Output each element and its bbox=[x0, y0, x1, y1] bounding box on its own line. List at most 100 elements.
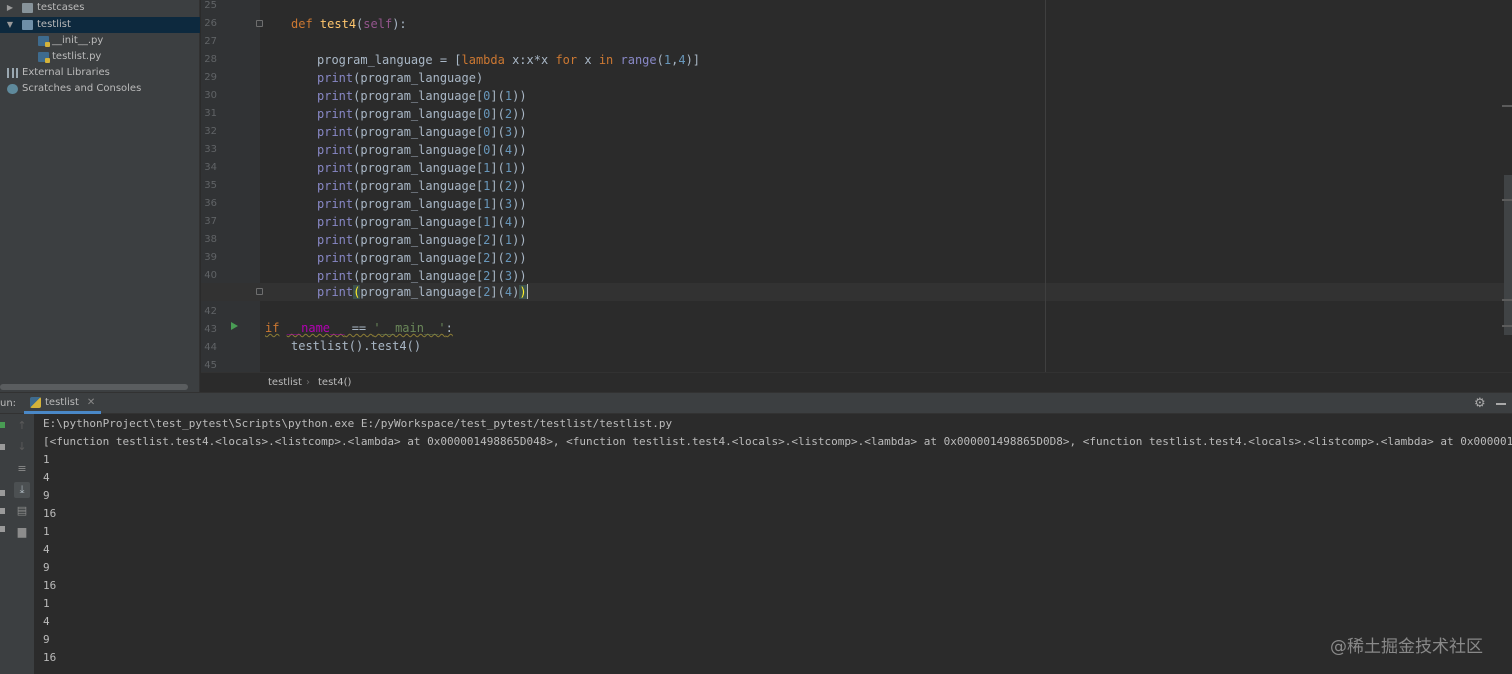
builtin-print: print bbox=[317, 179, 354, 193]
code-line-list-comp[interactable]: program_language = [lambda x:x*x for x i… bbox=[317, 51, 700, 69]
console-output-line: 4 bbox=[43, 615, 50, 628]
builtin-print: print bbox=[317, 233, 354, 247]
code-token: (program_language) bbox=[353, 71, 484, 85]
fold-marker-icon[interactable] bbox=[256, 20, 263, 27]
code-line-print-call[interactable]: print(program_language[1](3)) bbox=[317, 195, 527, 213]
close-icon[interactable]: ✕ bbox=[87, 397, 95, 408]
code-line-print-call[interactable]: print(program_language[1](2)) bbox=[317, 177, 527, 195]
run-panel-label: un: bbox=[0, 398, 17, 409]
python-icon bbox=[30, 396, 41, 408]
tree-item-init-py[interactable]: __init__.py bbox=[0, 33, 200, 49]
number-literal: 0 bbox=[483, 143, 491, 157]
layout-icon[interactable] bbox=[0, 508, 5, 514]
text-caret bbox=[526, 284, 528, 299]
line-number: 26 bbox=[204, 18, 217, 29]
code-line-print-call[interactable]: print(program_language[0](4)) bbox=[317, 141, 527, 159]
print-icon[interactable]: ▤ bbox=[14, 503, 30, 519]
scroll-marker[interactable] bbox=[1502, 299, 1512, 301]
dunder-name: __name__ bbox=[286, 321, 345, 335]
code-line-print-call[interactable]: print(program_language[2](1)) bbox=[317, 231, 527, 249]
horizontal-scrollbar[interactable] bbox=[0, 384, 188, 390]
library-icon bbox=[7, 68, 18, 78]
keyword-in: in bbox=[598, 53, 614, 67]
breadcrumb-item-testlist[interactable]: testlist bbox=[268, 373, 302, 393]
chevron-down-icon[interactable]: ▼ bbox=[5, 17, 15, 33]
line-number: 33 bbox=[204, 144, 217, 155]
number-literal: 1 bbox=[504, 89, 513, 103]
number-literal: 2 bbox=[504, 107, 513, 121]
line-number: 28 bbox=[204, 54, 217, 65]
number-literal: 1 bbox=[663, 53, 672, 67]
number-literal: 1 bbox=[483, 161, 491, 175]
trash-icon[interactable]: ▆ bbox=[14, 524, 30, 540]
tree-item-external-libraries[interactable]: External Libraries bbox=[0, 65, 200, 81]
line-number: 36 bbox=[204, 198, 217, 209]
keyword-lambda: lambda bbox=[461, 53, 505, 67]
keyword-def: def bbox=[291, 17, 313, 31]
line-number: 32 bbox=[204, 126, 217, 137]
breadcrumb-item-test4[interactable]: test4() bbox=[318, 373, 351, 393]
chevron-right-icon[interactable]: ▶ bbox=[5, 0, 15, 16]
tree-item-testlist-py[interactable]: testlist.py bbox=[0, 49, 200, 65]
matched-bracket: ( bbox=[353, 285, 361, 299]
number-literal: 4 bbox=[504, 215, 513, 229]
console-output-line: 4 bbox=[43, 471, 50, 484]
code-line-print-call[interactable]: print(program_language[0](2)) bbox=[317, 105, 527, 123]
run-tab-testlist[interactable]: testlist ✕ bbox=[24, 393, 102, 414]
breadcrumb-separator-icon: › bbox=[306, 377, 310, 388]
run-gutter-icon[interactable] bbox=[231, 322, 238, 330]
number-literal: 4 bbox=[678, 53, 686, 67]
console-output-line: 9 bbox=[43, 561, 50, 574]
gear-icon[interactable]: ⚙ bbox=[1474, 396, 1486, 411]
fold-marker-icon[interactable] bbox=[256, 288, 263, 295]
number-literal: 1 bbox=[504, 161, 513, 175]
tree-item-scratches[interactable]: Scratches and Consoles bbox=[0, 81, 200, 97]
stop-icon[interactable] bbox=[0, 490, 5, 496]
tree-item-testcases[interactable]: ▶ testcases bbox=[0, 0, 200, 16]
scroll-marker[interactable] bbox=[1502, 199, 1512, 201]
soft-wrap-icon[interactable]: ≡ bbox=[14, 461, 30, 477]
pin-icon[interactable] bbox=[0, 526, 5, 532]
tree-item-testlist[interactable]: ▼ testlist bbox=[0, 17, 200, 33]
rerun-icon[interactable] bbox=[0, 422, 5, 428]
tree-item-label: testlist.py bbox=[52, 51, 102, 62]
run-tab-label: testlist bbox=[45, 396, 79, 408]
code-line-print-call-current[interactable]: print(program_language[2](4)) bbox=[317, 283, 528, 301]
scroll-marker[interactable] bbox=[1502, 325, 1512, 327]
code-line-print-call[interactable]: print(program_language[0](3)) bbox=[317, 123, 527, 141]
editor-gutter[interactable]: 25 26 27 28 29 30 31 32 33 34 35 36 37 3… bbox=[201, 0, 260, 372]
code-token: x:x*x bbox=[504, 53, 556, 67]
scroll-marker[interactable] bbox=[1502, 105, 1512, 107]
up-arrow-icon[interactable]: ↑ bbox=[14, 418, 30, 434]
code-line-print-call[interactable]: print(program_language[2](2)) bbox=[317, 249, 527, 267]
code-line-main-guard[interactable]: if __name__ == '__main__': bbox=[265, 319, 453, 337]
scroll-to-end-icon[interactable]: ⤓ bbox=[14, 482, 30, 498]
console-output-line: [<function testlist.test4.<locals>.<list… bbox=[43, 435, 1512, 448]
builtin-print: print bbox=[317, 269, 354, 283]
folder-icon bbox=[22, 3, 33, 13]
minimize-icon[interactable] bbox=[1496, 403, 1506, 405]
code-token: : bbox=[445, 321, 453, 335]
line-number: 44 bbox=[204, 342, 217, 353]
code-line-print-list[interactable]: print(program_language) bbox=[317, 69, 483, 87]
string-literal: '__main__' bbox=[373, 321, 446, 335]
code-line-def[interactable]: def test4(self): bbox=[291, 15, 407, 33]
console-output-line: 9 bbox=[43, 489, 50, 502]
code-token: x bbox=[577, 53, 599, 67]
wrench-icon[interactable] bbox=[0, 444, 5, 450]
code-line-print-call[interactable]: print(program_language[1](4)) bbox=[317, 213, 527, 231]
run-console-output[interactable]: E:\pythonProject\test_pytest\Scripts\pyt… bbox=[34, 414, 1512, 674]
keyword-if: if bbox=[265, 321, 280, 335]
console-output-line: 1 bbox=[43, 525, 50, 538]
line-number: 30 bbox=[204, 90, 217, 101]
project-tool-window: ▶ testcases ▼ testlist __init__.py testl… bbox=[0, 0, 200, 392]
down-arrow-icon[interactable]: ↓ bbox=[14, 439, 30, 455]
number-literal: 3 bbox=[504, 269, 513, 283]
code-line-print-call[interactable]: print(program_language[0](1)) bbox=[317, 87, 527, 105]
matched-bracket: ) bbox=[519, 285, 527, 299]
number-literal: 2 bbox=[504, 251, 513, 265]
number-literal: 1 bbox=[504, 233, 513, 247]
code-line-main-call[interactable]: testlist().test4() bbox=[291, 337, 421, 355]
code-line-print-call[interactable]: print(program_language[1](1)) bbox=[317, 159, 527, 177]
builtin-print: print bbox=[317, 107, 354, 121]
